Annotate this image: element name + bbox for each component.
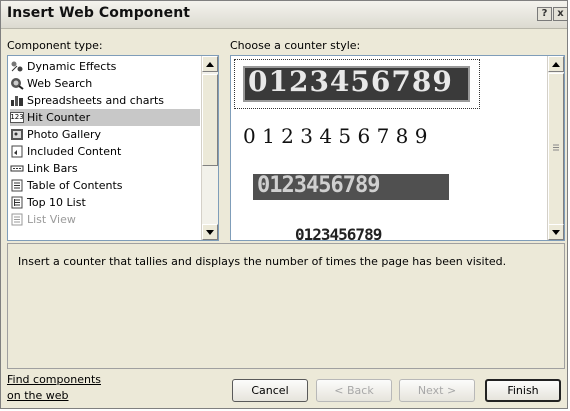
finish-label: Finish — [507, 384, 539, 397]
table-of-contents-icon — [10, 179, 24, 192]
component-type-label: Component type: — [7, 39, 103, 52]
list-item-label: Link Bars — [27, 162, 78, 175]
description-text: Insert a counter that tallies and displa… — [18, 255, 507, 268]
list-item-label: Table of Contents — [27, 179, 123, 192]
list-item-label: Photo Gallery — [27, 128, 102, 141]
list-item-label: List View — [27, 213, 76, 226]
next-label: Next > — [417, 384, 457, 397]
help-button[interactable]: ? — [537, 7, 552, 21]
insert-web-component-dialog: Insert Web Component ? x Component type:… — [0, 0, 568, 409]
list-item-table-of-contents[interactable]: Table of Contents — [10, 177, 200, 194]
scroll-down-button[interactable] — [548, 224, 564, 240]
close-icon: x — [557, 8, 564, 19]
list-item-list-view[interactable]: List View — [10, 211, 200, 228]
list-item-link-bars[interactable]: Link Bars — [10, 160, 200, 177]
list-item-label: Spreadsheets and charts — [27, 94, 165, 107]
top-10-list-icon — [10, 196, 24, 209]
component-list-scrollbar[interactable] — [201, 56, 218, 240]
list-item-photo-gallery[interactable]: Photo Gallery — [10, 126, 200, 143]
back-label: < Back — [334, 384, 374, 397]
list-item-included-content[interactable]: Included Content — [10, 143, 200, 160]
grip-icon — [553, 144, 559, 151]
title-bar: Insert Web Component ? x — [1, 1, 568, 29]
find-components-link-line2[interactable]: on the web — [7, 389, 69, 402]
list-item-spreadsheets[interactable]: Spreadsheets and charts — [10, 92, 200, 109]
help-icon: ? — [541, 8, 548, 19]
next-button[interactable]: Next > — [399, 379, 475, 402]
finish-button[interactable]: Finish — [485, 379, 561, 402]
cancel-button[interactable]: Cancel — [232, 379, 308, 402]
counter-digits-led[interactable]: 0123456789 — [257, 173, 380, 198]
web-search-icon — [10, 77, 24, 90]
component-type-list[interactable]: Dynamic Effects Web Search Spreadsheets … — [7, 55, 219, 241]
close-button[interactable]: x — [553, 7, 568, 21]
spreadsheets-icon — [10, 94, 24, 107]
scroll-thumb[interactable] — [202, 74, 218, 166]
list-item-dynamic-effects[interactable]: Dynamic Effects — [10, 58, 200, 75]
link-bars-icon — [10, 162, 24, 175]
arrow-up-icon — [206, 61, 214, 67]
list-item-label: Hit Counter — [27, 111, 91, 124]
list-item-hit-counter[interactable]: 123 Hit Counter — [10, 109, 200, 126]
arrow-down-icon — [206, 229, 214, 235]
counter-style-label: Choose a counter style: — [230, 39, 361, 52]
list-item-label: Top 10 List — [27, 196, 86, 209]
dynamic-effects-icon — [10, 60, 24, 73]
counter-digits-odometer: 0123456789 — [248, 65, 453, 98]
list-item-label: Included Content — [27, 145, 122, 158]
scroll-up-button[interactable] — [202, 56, 218, 72]
counter-style-option-odometer[interactable]: 0123456789 — [234, 59, 480, 109]
scroll-thumb[interactable] — [548, 73, 564, 225]
list-item-web-search[interactable]: Web Search — [10, 75, 200, 92]
counter-digits-handwritten[interactable]: 0 1 2 3 4 5 6 7 8 9 — [243, 124, 427, 148]
hit-counter-icon: 123 — [10, 112, 24, 123]
arrow-up-icon — [552, 61, 560, 67]
list-item-label: Dynamic Effects — [27, 60, 117, 73]
cancel-label: Cancel — [251, 384, 289, 397]
counter-style-scrollbar[interactable] — [547, 56, 564, 240]
dialog-title: Insert Web Component — [7, 5, 191, 21]
list-item-label: Web Search — [27, 77, 93, 90]
photo-gallery-icon — [10, 128, 24, 141]
arrow-down-icon — [552, 229, 560, 235]
counter-style-list[interactable]: 0123456789 0 1 2 3 4 5 6 7 8 9 012345678… — [230, 55, 565, 241]
back-button[interactable]: < Back — [316, 379, 392, 402]
scroll-down-button[interactable] — [202, 224, 218, 240]
counter-digits-typewriter[interactable]: 0123456789 — [295, 225, 382, 240]
list-view-icon — [10, 213, 24, 226]
find-components-link-line1[interactable]: Find components — [7, 373, 101, 386]
scroll-up-button[interactable] — [548, 56, 564, 72]
list-item-top-10-list[interactable]: Top 10 List — [10, 194, 200, 211]
description-panel: Insert a counter that tallies and displa… — [7, 243, 565, 369]
included-content-icon — [10, 145, 24, 158]
